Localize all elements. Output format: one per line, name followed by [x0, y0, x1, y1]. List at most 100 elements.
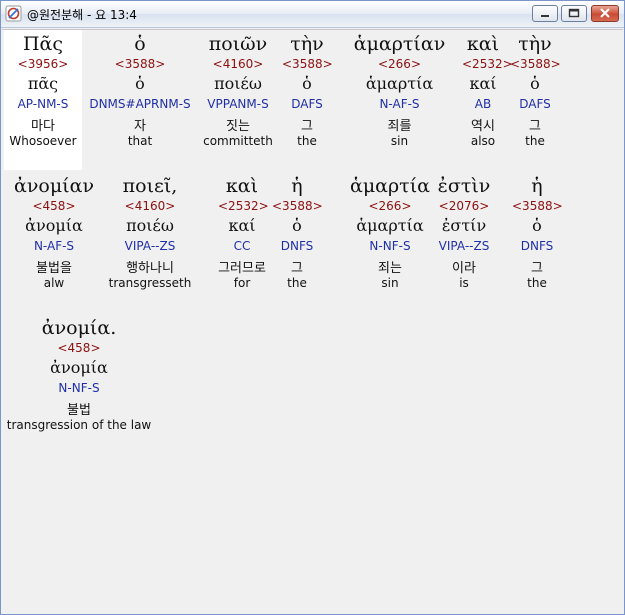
word-column[interactable]: ἐστὶν <2076> ἐστίν VIPA--ZS 이라 is — [434, 172, 494, 312]
word-strong: <4160> — [124, 199, 176, 213]
word-greek: ἐστὶν — [437, 175, 491, 197]
word-english: that — [127, 134, 153, 148]
close-button[interactable] — [591, 5, 619, 22]
interlinear-panel[interactable]: Πᾶς <3956> πᾶς AP-NM-S 마다 Whosoever ὁ <3588> ὁ DN… — [2, 29, 623, 613]
word-column[interactable]: ποιῶν <4160> ποιέω VPPANM-S 짓는 committeth — [202, 30, 274, 170]
word-greek: ἡ — [291, 175, 303, 197]
word-column[interactable]: ποιεῖ, <4160> ποιέω VIPA--ZS 행하나니 transgresse… — [106, 172, 194, 312]
word-column[interactable]: ἡ <3588> ὁ DNFS 그 the — [512, 172, 563, 312]
word-korean: 그 — [291, 261, 303, 276]
word-korean: 불법을 — [36, 261, 72, 276]
word-strong: <3588> — [114, 57, 166, 71]
word-parse: N-NF-S — [58, 381, 100, 395]
word-column[interactable]: καὶ <2532> καί CC 그러므로 for — [218, 172, 269, 312]
word-parse: VIPA--ZS — [124, 239, 176, 253]
word-korean: 그러므로 — [218, 261, 266, 276]
word-lemma: ἐστίν — [441, 216, 487, 235]
word-english: transgresseth — [108, 276, 192, 290]
word-korean: 그 — [531, 261, 543, 276]
word-column[interactable]: καὶ <2532> καί AB 역시 also — [462, 30, 513, 170]
word-english: also — [470, 134, 496, 148]
word-greek: τὴν — [290, 33, 324, 55]
word-parse: N-AF-S — [379, 97, 420, 111]
word-column[interactable]: τὴν <3588> ὁ DAFS 그 the — [282, 30, 333, 170]
word-strong: <458> — [57, 341, 101, 355]
word-parse: AB — [474, 97, 492, 111]
minimize-button[interactable] — [532, 5, 558, 22]
word-lemma: πᾶς — [27, 74, 59, 93]
word-korean: 행하나니 — [126, 261, 174, 276]
word-korean: 불법 — [67, 403, 91, 418]
word-greek: ἀνομίαν — [14, 175, 94, 197]
word-parse: DNFS — [520, 239, 554, 253]
word-english: the — [287, 276, 307, 290]
word-lemma: καί — [469, 74, 497, 93]
word-strong: <2532> — [218, 199, 269, 213]
word-lemma: ἀνομία — [25, 216, 83, 235]
word-strong: <3588> — [510, 57, 561, 71]
word-lemma: καί — [228, 216, 256, 235]
word-parse: VIPA--ZS — [438, 239, 490, 253]
word-korean: 그 — [301, 119, 313, 134]
word-column[interactable]: ὁ <3588> ὁ DNMS#APRNM-S 자 that — [84, 30, 196, 170]
word-lemma: ἁμαρτία — [365, 74, 434, 93]
word-lemma: ὁ — [292, 216, 302, 235]
word-lemma: ἀνομία — [50, 358, 108, 377]
word-lemma: ὁ — [530, 74, 540, 93]
word-korean: 역시 — [471, 119, 495, 134]
word-strong: <3956> — [17, 57, 69, 71]
maximize-button[interactable] — [561, 5, 587, 22]
word-strong: <2532> — [462, 57, 513, 71]
word-column[interactable]: ἡ <3588> ὁ DNFS 그 the — [272, 172, 323, 312]
window-title: @원전분해 - 요 13:4 — [27, 8, 137, 22]
word-greek: ποιεῖ, — [122, 175, 178, 197]
word-lemma: ὁ — [135, 74, 145, 93]
word-lemma: ὁ — [302, 74, 312, 93]
word-parse: DAFS — [291, 97, 323, 111]
word-strong: <458> — [32, 199, 76, 213]
word-english: the — [297, 134, 317, 148]
word-parse: DAFS — [519, 97, 551, 111]
word-parse: AP-NM-S — [17, 97, 69, 111]
word-korean: 이라 — [452, 261, 476, 276]
word-lemma: ὁ — [532, 216, 542, 235]
word-english: committeth — [203, 134, 273, 148]
word-column[interactable]: ἀνομίαν <458> ἀνομία N-AF-S 불법을 alw — [4, 172, 104, 312]
word-greek: καὶ — [466, 33, 500, 55]
word-column[interactable]: Πᾶς <3956> πᾶς AP-NM-S 마다 Whosoever — [4, 30, 82, 170]
word-english: transgression of the law — [6, 418, 152, 432]
close-icon — [600, 8, 610, 18]
word-strong: <3588> — [272, 199, 323, 213]
word-korean: 그 — [529, 119, 541, 134]
app-window: @원전분해 - 요 13:4 Πᾶς <3956> πᾶς AP-NM-S 마다 Whos… — [0, 0, 625, 615]
word-english: the — [525, 134, 545, 148]
word-english: the — [527, 276, 547, 290]
maximize-icon — [568, 8, 580, 18]
word-greek: καὶ — [225, 175, 259, 197]
word-korean: 마다 — [31, 119, 55, 134]
word-column[interactable]: τὴν <3588> ὁ DAFS 그 the — [510, 30, 561, 170]
word-lemma: ποιέω — [214, 74, 262, 93]
minimize-icon — [541, 15, 549, 17]
app-logo-icon[interactable] — [5, 5, 22, 22]
word-korean: 짓는 — [226, 119, 250, 134]
word-column[interactable]: ἁμαρτίαν <266> ἁμαρτία N-AF-S 죄를 sin — [337, 30, 462, 170]
word-greek: ἡ — [531, 175, 543, 197]
word-korean: 자 — [134, 119, 146, 134]
word-strong: <4160> — [212, 57, 264, 71]
word-strong: <2076> — [438, 199, 490, 213]
word-strong: <3588> — [512, 199, 563, 213]
title-bar[interactable]: @원전분해 - 요 13:4 — [1, 1, 624, 28]
word-strong: <266> — [377, 57, 421, 71]
word-english: alw — [43, 276, 65, 290]
word-korean: 죄를 — [387, 119, 412, 134]
word-greek: ἀνομία. — [41, 317, 117, 339]
word-lemma: ποιέω — [126, 216, 174, 235]
word-english: for — [233, 276, 251, 290]
word-strong: <3588> — [282, 57, 333, 71]
word-english: sin — [390, 134, 409, 148]
word-column[interactable]: ἀνομία. <458> ἀνομία N-NF-S 불법 transgression … — [4, 314, 154, 454]
word-parse: DNFS — [280, 239, 314, 253]
word-parse: N-AF-S — [33, 239, 75, 253]
word-greek: Πᾶς — [22, 33, 64, 55]
